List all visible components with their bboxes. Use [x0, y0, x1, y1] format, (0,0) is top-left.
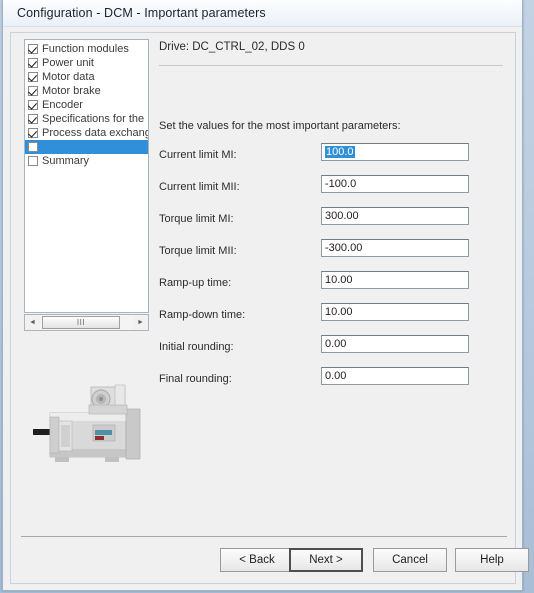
checkbox-checked-icon[interactable] [28, 58, 38, 68]
checkbox-unchecked-icon[interactable] [28, 142, 38, 152]
step-list-item-label: Motor brake [42, 85, 101, 97]
step-list-item-label: Summary [42, 155, 90, 167]
scrollbar-thumb[interactable]: III [42, 316, 120, 329]
parameter-label: Final rounding: [159, 373, 232, 385]
step-list-horizontal-scrollbar[interactable]: ◄ III ► [24, 314, 149, 331]
step-list-item[interactable]: Specifications for the F [25, 112, 148, 126]
checkbox-checked-icon[interactable] [28, 114, 38, 124]
checkbox-unchecked-icon[interactable] [28, 156, 38, 166]
help-button[interactable]: Help [455, 548, 529, 572]
checkbox-checked-icon[interactable] [28, 44, 38, 54]
step-list-item[interactable]: Motor brake [25, 84, 148, 98]
parameter-input[interactable]: 10.00 [321, 271, 469, 289]
window-title: Configuration - DCM - Important paramete… [17, 6, 266, 20]
parameter-value: 100.0 [325, 146, 355, 158]
parameter-input[interactable]: -300.00 [321, 239, 469, 257]
step-list-item-label: Specifications for the F [42, 113, 148, 125]
parameter-value: -300.00 [325, 242, 363, 254]
parameter-row: Torque limit MII: -300.00 [159, 239, 469, 271]
parameter-label: Current limit MI: [159, 149, 237, 161]
scrollbar-track[interactable]: III [40, 315, 133, 330]
parameter-form: Current limit MI: 100.0 Current limit MII:… [159, 143, 469, 399]
button-bar: < Back Next > Cancel Help [11, 548, 529, 578]
dialog-client-area: Function modules Power unit Motor data Moto… [10, 32, 529, 584]
parameter-row: Initial rounding: 0.00 [159, 335, 469, 367]
parameter-value: 0.00 [325, 370, 347, 382]
parameter-input[interactable]: -100.0 [321, 175, 469, 193]
step-list-item-label: Power unit [42, 57, 94, 69]
title-bar: Configuration - DCM - Important paramete… [3, 0, 522, 27]
cancel-button[interactable]: Cancel [373, 548, 447, 572]
parameter-row: Current limit MI: 100.0 [159, 143, 469, 175]
back-button[interactable]: < Back [220, 548, 294, 572]
step-list-item[interactable]: Function modules [25, 42, 148, 56]
parameter-row: Torque limit MI: 300.00 [159, 207, 469, 239]
wizard-step-list[interactable]: Function modules Power unit Motor data Moto… [24, 39, 149, 313]
step-list-item[interactable] [25, 140, 148, 154]
checkbox-checked-icon[interactable] [28, 128, 38, 138]
header-divider [159, 65, 503, 66]
step-list-item-label: Encoder [42, 99, 83, 111]
parameter-input[interactable]: 0.00 [321, 367, 469, 385]
checkbox-checked-icon[interactable] [28, 100, 38, 110]
step-list-item-label: Process data exchang [42, 127, 148, 139]
parameter-input[interactable]: 100.0 [321, 143, 469, 161]
checkbox-checked-icon[interactable] [28, 72, 38, 82]
parameter-value: 0.00 [325, 338, 347, 350]
next-button[interactable]: Next > [289, 548, 363, 572]
parameter-row: Current limit MII: -100.0 [159, 175, 469, 207]
checkbox-checked-icon[interactable] [28, 86, 38, 96]
parameter-label: Ramp-up time: [159, 277, 232, 289]
parameter-value: 300.00 [325, 210, 359, 222]
footer-divider [21, 536, 507, 537]
parameter-value: -100.0 [325, 178, 357, 190]
parameter-label: Initial rounding: [159, 341, 234, 353]
step-list-item[interactable]: Encoder [25, 98, 148, 112]
parameter-input[interactable]: 0.00 [321, 335, 469, 353]
scroll-right-icon[interactable]: ► [133, 315, 148, 330]
step-list-item[interactable]: Process data exchang [25, 126, 148, 140]
step-list-item[interactable]: Motor data [25, 70, 148, 84]
parameter-label: Torque limit MI: [159, 213, 234, 225]
dialog-window: Configuration - DCM - Important paramete… [2, 0, 529, 591]
drive-header: Drive: DC_CTRL_02, DDS 0 [159, 41, 305, 53]
dc-motor-image [31, 381, 151, 473]
step-list-item[interactable]: Power unit [25, 56, 148, 70]
parameter-label: Current limit MII: [159, 181, 240, 193]
parameter-row: Ramp-up time: 10.00 [159, 271, 469, 303]
parameter-label: Torque limit MII: [159, 245, 237, 257]
parameter-value: 10.00 [325, 306, 353, 318]
parameter-input[interactable]: 300.00 [321, 207, 469, 225]
step-list-item[interactable]: Summary [25, 154, 148, 168]
parameter-row: Final rounding: 0.00 [159, 367, 469, 399]
parameter-value: 10.00 [325, 274, 353, 286]
scroll-left-icon[interactable]: ◄ [25, 315, 40, 330]
parameter-input[interactable]: 10.00 [321, 303, 469, 321]
instruction-text: Set the values for the most important pa… [159, 120, 401, 132]
parameter-row: Ramp-down time: 10.00 [159, 303, 469, 335]
step-list-item-label: Function modules [42, 43, 129, 55]
step-list-item-label: Motor data [42, 71, 95, 83]
parameter-label: Ramp-down time: [159, 309, 246, 321]
